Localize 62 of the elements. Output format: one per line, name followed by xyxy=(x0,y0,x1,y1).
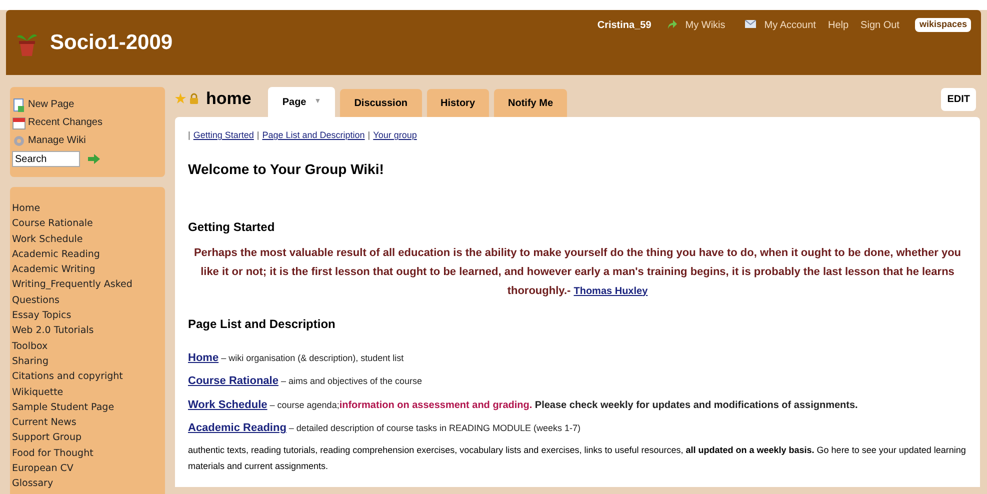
author-link[interactable]: Thomas Huxley xyxy=(574,286,648,296)
page-tab[interactable]: Discussion xyxy=(340,89,422,117)
welcome-heading: Welcome to Your Group Wiki! xyxy=(188,160,385,179)
sidebar-action-link[interactable]: Manage Wiki xyxy=(12,133,163,148)
section-heading: Page List and Description xyxy=(188,316,336,332)
separator-text: | xyxy=(368,129,370,142)
page-description: Work Schedule – course agenda;information on assessment and grading. Please check weekly for updates and modifications of assignments. xyxy=(188,398,859,412)
site-title: Socio1-2009 xyxy=(50,30,173,56)
sidebar-nav-link[interactable]: Essay Topics xyxy=(12,308,72,324)
calendar-icon xyxy=(12,116,26,130)
sidebar-nav-link[interactable]: Support Group xyxy=(12,430,82,446)
section-heading: Getting Started xyxy=(188,218,276,236)
anchor-link[interactable]: Page List and Description xyxy=(262,129,365,142)
sidebar-nav-link[interactable]: European CV xyxy=(12,461,74,476)
separator-text: | xyxy=(256,129,260,142)
sidebar-nav-link[interactable]: Course Rationale xyxy=(12,216,93,232)
page-title: home xyxy=(206,88,252,110)
separator-text: | xyxy=(188,129,190,142)
anchor-link[interactable]: Getting Started xyxy=(193,129,254,142)
sidebar-nav-link[interactable]: Citations and copyright xyxy=(12,369,123,385)
sidebar-nav-link[interactable]: Sample Student Page xyxy=(12,400,114,416)
sidebar-action-link[interactable]: Recent Changes xyxy=(12,115,163,130)
sidebar-nav-link[interactable]: Current News xyxy=(12,415,76,430)
lock-icon[interactable] xyxy=(189,92,199,104)
sidebar-nav-link[interactable]: Toolbox xyxy=(12,338,48,354)
page-description: Home – wiki organisation (& description), student list xyxy=(188,350,405,366)
page-link[interactable]: Work Schedule xyxy=(188,398,268,410)
brand-badge[interactable]: wikispaces xyxy=(915,18,971,32)
description-paragraph: authentic texts, reading tutorials, reading comprehension exercises, vocabulary lists and exercises, links to useful resources, all updated on a weekly basis. Go here to see your updated learning materials and current assignments. xyxy=(188,444,967,473)
curved-arrow-icon xyxy=(667,20,678,29)
sidebar-nav-link[interactable]: Web 2.0 Tutorials xyxy=(12,323,94,339)
page-tab[interactable]: History xyxy=(426,89,489,117)
header-link[interactable]: Sign Out xyxy=(860,18,900,33)
page-link[interactable]: Home xyxy=(188,352,219,364)
star-icon[interactable] xyxy=(175,92,186,104)
page-link[interactable]: Academic Reading xyxy=(188,422,286,434)
page-description: Academic Reading – detailed description of course tasks in READING MODULE (weeks 1-7) xyxy=(188,421,582,436)
sidebar-nav-link[interactable]: Home xyxy=(12,201,40,216)
header-link[interactable]: My Account xyxy=(764,18,816,33)
user-name: Cristina_59 xyxy=(597,19,652,33)
new-page-icon xyxy=(12,98,26,112)
sidebar-nav-link[interactable]: Wikiquette xyxy=(12,384,64,400)
sidebar-nav-link[interactable]: Academic Reading xyxy=(12,246,100,262)
sidebar-nav-link[interactable]: Work Schedule xyxy=(12,232,83,247)
page-tab[interactable]: Notify Me xyxy=(494,89,567,117)
sidebar-action-link[interactable]: New Page xyxy=(12,97,163,112)
page-link[interactable]: Course Rationale xyxy=(188,375,278,387)
sidebar-nav-link[interactable]: Academic Writing xyxy=(12,262,96,278)
go-arrow-icon[interactable] xyxy=(88,154,100,164)
sidebar-nav-link[interactable]: Sharing xyxy=(12,354,48,370)
anchor-link[interactable]: Your group xyxy=(373,129,417,142)
search-field[interactable]: Search xyxy=(12,151,80,167)
sidebar-nav-link[interactable]: Food for Thought xyxy=(12,446,94,462)
header-link[interactable]: My Wikis xyxy=(685,18,726,33)
quote-paragraph: Perhaps the most valuable result of all education is the ability to make yourself do the thing you have to do, when it ought to be done, whether you like it or not; it is the first lesson that ought to be learned, and however early a man's training begins, it is probably the last lesson that he learns thoroughly.- Thomas Huxley xyxy=(192,246,962,298)
page-description: Course Rationale – aims and objectives of the course xyxy=(188,374,424,389)
sidebar-nav-link[interactable]: Writing_Frequently Asked xyxy=(12,277,132,293)
sidebar-nav-link[interactable]: Glossary xyxy=(12,476,54,492)
sidebar-nav-link[interactable]: Questions xyxy=(12,292,60,308)
header-link[interactable]: Help xyxy=(828,18,849,33)
envelope-icon xyxy=(745,20,756,28)
edit-button[interactable]: EDIT xyxy=(941,88,976,111)
